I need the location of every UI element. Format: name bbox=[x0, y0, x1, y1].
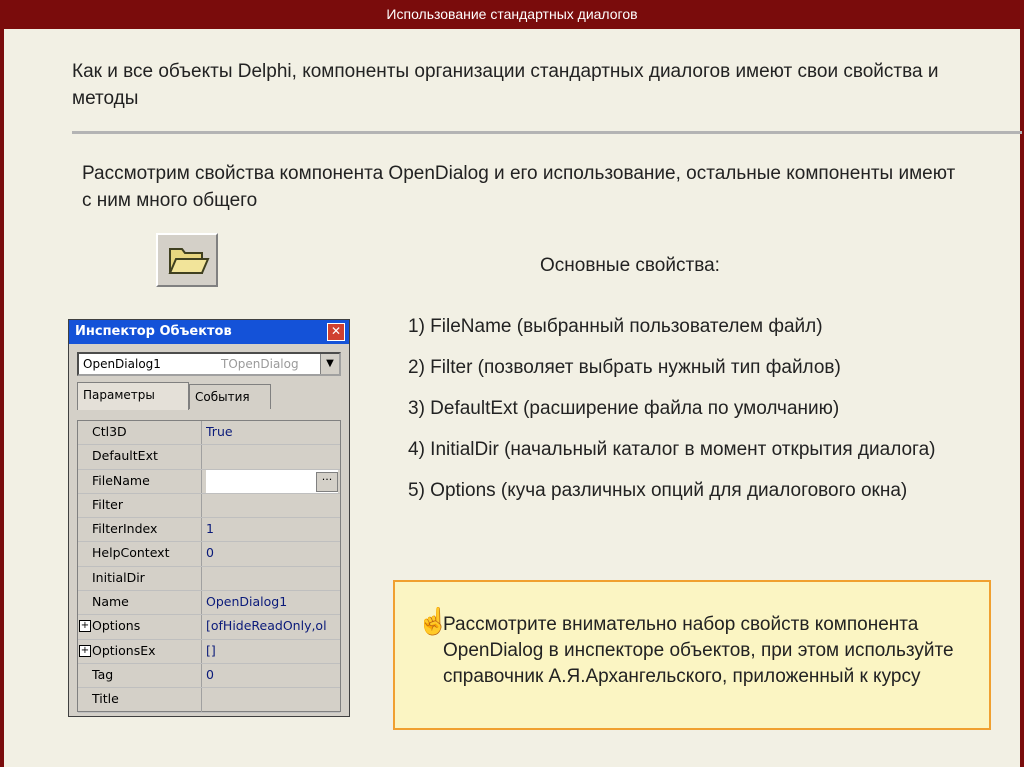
table-row[interactable]: DefaultExt bbox=[78, 445, 340, 470]
intro-paragraph-2: Рассмотрим свойства компонента OpenDialo… bbox=[82, 163, 956, 211]
property-item: 5) Options (куча различных опций для диа… bbox=[408, 480, 908, 501]
property-item: 3) DefaultExt (расширение файла по умолч… bbox=[408, 398, 840, 419]
table-row[interactable]: Tag 0 bbox=[78, 663, 340, 689]
object-class: TOpenDialog bbox=[221, 357, 299, 371]
table-row[interactable]: + Options [ofHideReadOnly,ol bbox=[78, 615, 340, 640]
property-grid: Ctl3D True DefaultExt FileName ··· Filter … bbox=[77, 420, 341, 713]
table-row[interactable]: Title bbox=[78, 688, 340, 713]
table-row[interactable]: Ctl3D True bbox=[78, 421, 340, 446]
properties-title: Основные свойства: bbox=[540, 255, 720, 276]
inspector-title: Инспектор Объектов bbox=[75, 324, 232, 339]
divider bbox=[72, 131, 1022, 134]
note-box: ☝ Рассмотрите внимательно набор свойств … bbox=[393, 580, 991, 730]
table-row[interactable]: HelpContext 0 bbox=[78, 542, 340, 567]
right-border bbox=[1020, 29, 1024, 767]
property-item: 2) Filter (позволяет выбрать нужный тип … bbox=[408, 357, 841, 378]
close-icon[interactable]: ✕ bbox=[327, 323, 345, 341]
table-row[interactable]: InitialDir bbox=[78, 566, 340, 592]
inspector-title-bar: Инспектор Объектов ✕ bbox=[69, 320, 349, 344]
table-row[interactable]: + OptionsEx[] bbox=[78, 639, 340, 664]
note-text: Рассмотрите внимательно набор свойств ко… bbox=[443, 614, 954, 687]
tab-properties[interactable]: Параметры bbox=[77, 382, 189, 410]
table-row[interactable]: Filter bbox=[78, 493, 340, 519]
table-row[interactable]: FilterIndex 1 bbox=[78, 518, 340, 543]
slide-title: Использование стандартных диалогов bbox=[0, 0, 1024, 29]
property-item: 1) FileName (выбранный пользователем фай… bbox=[408, 316, 823, 337]
ellipsis-button[interactable]: ··· bbox=[316, 471, 338, 492]
open-folder-icon bbox=[156, 233, 218, 287]
intro-paragraph-1: Как и все объекты Delphi, компоненты орг… bbox=[72, 61, 939, 109]
table-row[interactable]: FileName ··· bbox=[78, 469, 340, 494]
chevron-down-icon[interactable]: ▼ bbox=[320, 354, 339, 374]
object-selector[interactable]: OpenDialog1 TOpenDialog ▼ bbox=[77, 352, 341, 376]
table-row[interactable]: Name OpenDialog1 bbox=[78, 591, 340, 616]
properties-list: 1) FileName (выбранный пользователем фай… bbox=[408, 313, 988, 518]
property-item: 4) InitialDir (начальный каталог в момен… bbox=[408, 439, 936, 460]
object-inspector-window: Инспектор Объектов ✕ OpenDialog1 TOpenDi… bbox=[68, 319, 350, 717]
tab-events[interactable]: События bbox=[189, 384, 271, 409]
left-border bbox=[0, 29, 4, 767]
object-name: OpenDialog1 bbox=[83, 357, 161, 371]
